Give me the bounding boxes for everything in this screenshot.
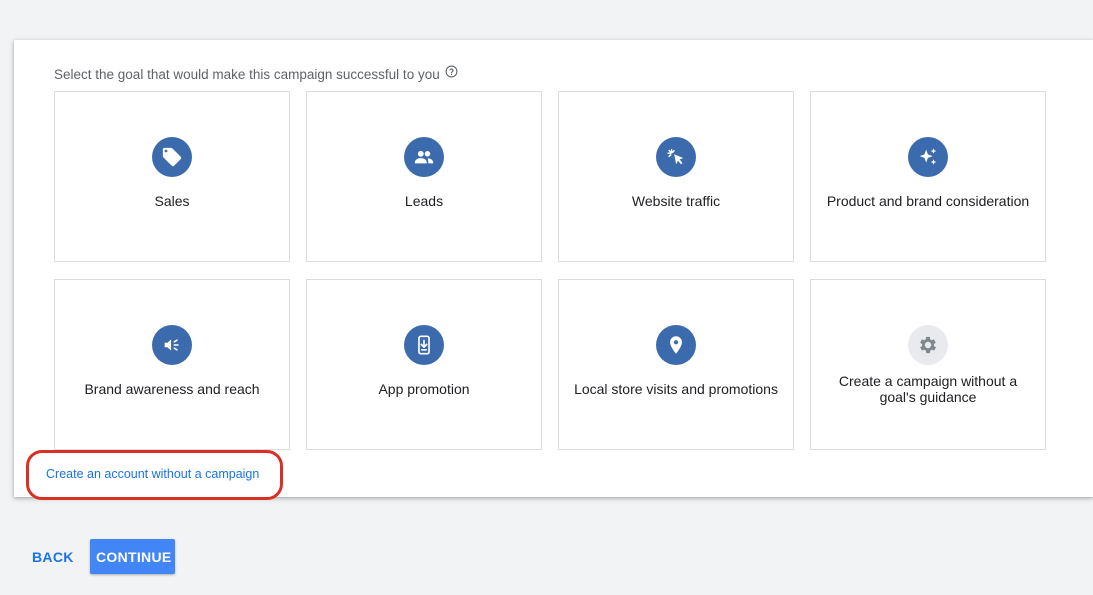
goal-label: Sales [154,193,190,209]
goal-tile-local-store-visits[interactable]: Local store visits and promotions [558,279,794,450]
goal-label: Website traffic [631,193,721,209]
people-icon [404,137,444,177]
goal-selection-card: Select the goal that would make this cam… [14,40,1093,497]
phone-download-icon [404,325,444,365]
goal-label: Product and brand consideration [826,193,1030,209]
goal-label: Brand awareness and reach [84,381,260,397]
goal-prompt: Select the goal that would make this cam… [54,65,458,82]
goal-tile-leads[interactable]: Leads [306,91,542,262]
goal-prompt-text: Select the goal that would make this cam… [54,67,440,82]
help-circle-icon[interactable] [445,65,458,78]
goal-tile-website-traffic[interactable]: Website traffic [558,91,794,262]
top-strip [0,0,1093,40]
cursor-click-icon [656,137,696,177]
megaphone-icon [152,325,192,365]
continue-button[interactable]: CONTINUE [90,539,175,574]
goal-tile-app-promotion[interactable]: App promotion [306,279,542,450]
goal-grid: Sales Leads Website traffic Product and … [54,91,1046,450]
gear-icon [908,325,948,365]
highlight-annotation-ring [26,450,283,500]
location-pin-icon [656,325,696,365]
goal-label: App promotion [378,381,470,397]
goal-label: Create a campaign without a goal's guida… [838,373,1018,405]
goal-tile-sales[interactable]: Sales [54,91,290,262]
goal-label: Leads [404,193,444,209]
goal-tile-no-guidance[interactable]: Create a campaign without a goal's guida… [810,279,1046,450]
back-button[interactable]: BACK [24,540,82,574]
goal-label: Local store visits and promotions [574,381,778,397]
tag-icon [152,137,192,177]
sparkle-icon [908,137,948,177]
goal-tile-brand-awareness[interactable]: Brand awareness and reach [54,279,290,450]
goal-tile-product-brand-consideration[interactable]: Product and brand consideration [810,91,1046,262]
